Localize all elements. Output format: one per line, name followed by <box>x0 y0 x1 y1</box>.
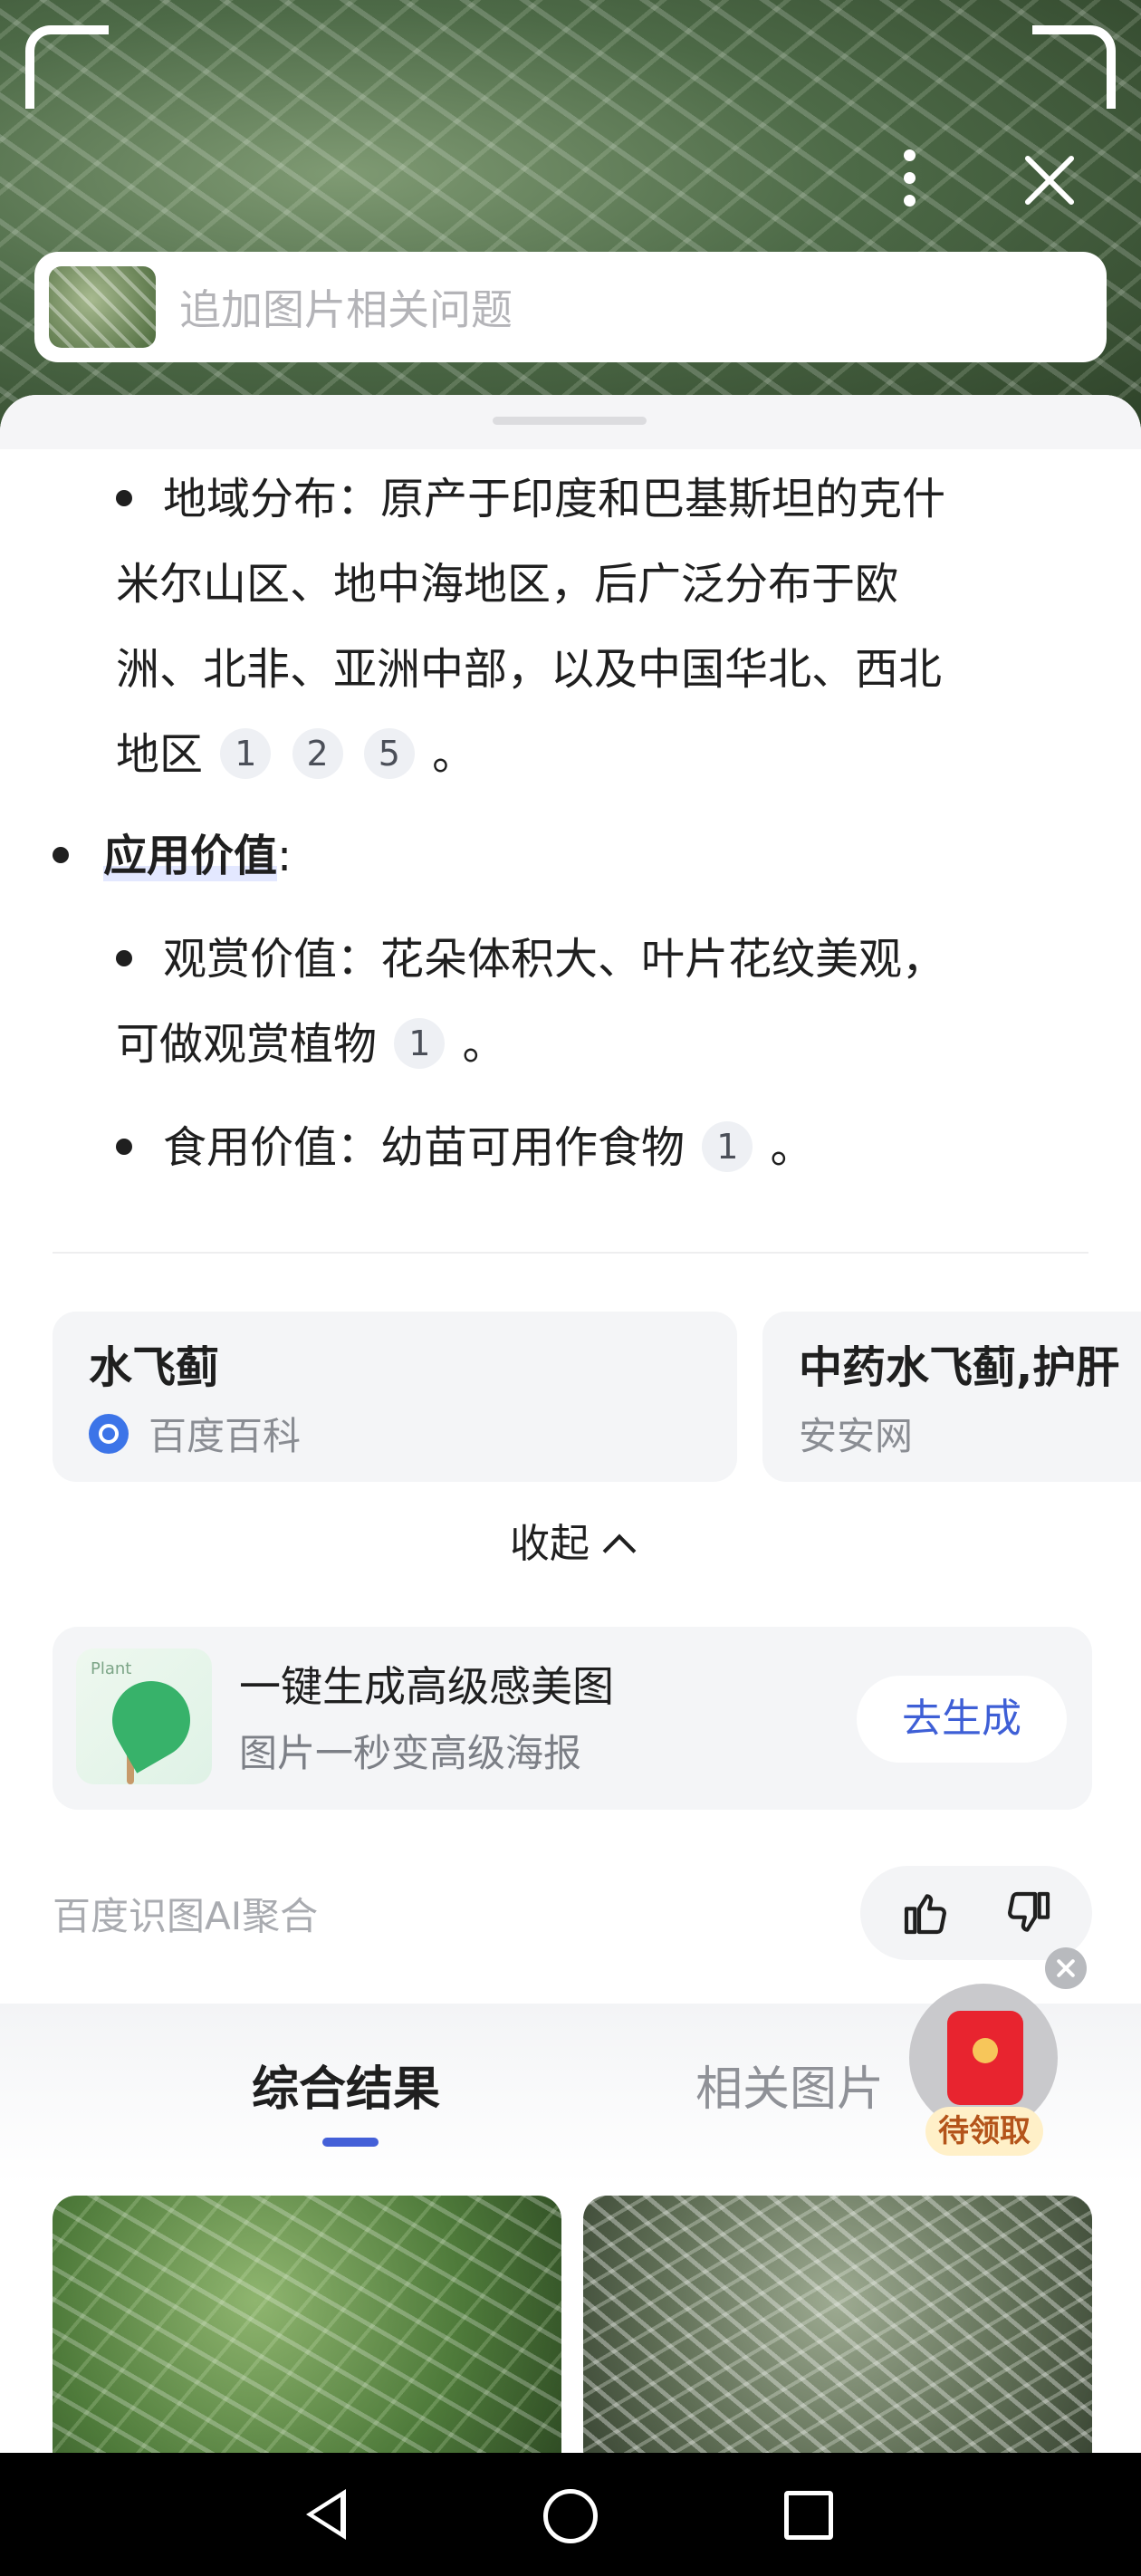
edible-line: 食用价值：幼苗可用作食物 1 。 <box>116 1105 814 1190</box>
ornamental-line-1: 观赏价值：花朵体积大、叶片花纹美观， <box>116 917 945 1002</box>
divider <box>53 1252 1088 1254</box>
generate-subtitle: 图片一秒变高级海报 <box>239 1731 582 1775</box>
citation-badge[interactable]: 1 <box>702 1121 753 1172</box>
source-site: 百度百科 <box>149 1414 302 1458</box>
back-icon[interactable] <box>306 2489 346 2540</box>
question-placeholder: 追加图片相关问题 <box>179 285 513 334</box>
baike-icon <box>89 1413 129 1454</box>
thumbs-down-icon[interactable] <box>1003 1888 1054 1938</box>
value-heading: 应用价值: <box>53 813 292 899</box>
citation-badge[interactable]: 1 <box>220 728 272 779</box>
recent-apps-icon[interactable] <box>784 2491 833 2540</box>
monstera-leaf-icon <box>98 1667 205 1773</box>
chevron-up-icon <box>602 1533 637 1568</box>
source-title: 中药水飞蓟,护肝 <box>799 1342 1120 1393</box>
ai-source-label: 百度识图AI聚合 <box>53 1894 319 1938</box>
result-image[interactable] <box>53 2196 561 2458</box>
citation-badge[interactable]: 2 <box>292 728 343 779</box>
active-tab-indicator <box>322 2138 379 2147</box>
feedback-pill <box>860 1866 1092 1960</box>
source-card-baike[interactable]: 水飞蓟 百度百科 <box>53 1312 737 1482</box>
red-packet-close-icon[interactable] <box>1045 1947 1087 1989</box>
crop-corner-top-left <box>25 25 109 109</box>
system-nav-bar <box>0 2453 1141 2576</box>
tab-comprehensive[interactable]: 综合结果 <box>252 2051 440 2119</box>
crop-corner-top-right <box>1032 25 1116 109</box>
more-options-icon[interactable] <box>893 145 925 217</box>
generate-poster-card[interactable]: Plant 一键生成高级感美图 图片一秒变高级海报 去生成 <box>53 1627 1092 1810</box>
thumbs-up-icon[interactable] <box>900 1888 951 1938</box>
distribution-line-2: 米尔山区、地中海地区，后广泛分布于欧 <box>116 559 899 610</box>
source-site: 安安网 <box>799 1414 914 1458</box>
distribution-line-4: 地区 1 2 5 。 <box>116 728 476 780</box>
collapse-button[interactable]: 收起 <box>0 1511 1141 1569</box>
distribution-line-3: 洲、北非、亚洲中部，以及中国华北、西北 <box>116 644 943 695</box>
plant-poster-thumbnail: Plant <box>76 1648 212 1784</box>
red-packet-label[interactable]: 待领取 <box>925 2107 1043 2156</box>
home-icon[interactable] <box>543 2489 598 2543</box>
citation-badge[interactable]: 5 <box>363 728 415 779</box>
sheet-grabber[interactable] <box>493 417 647 425</box>
tab-related-images[interactable]: 相关图片 <box>695 2051 884 2119</box>
distribution-line-1: 地域分布：原产于印度和巴基斯坦的克什 <box>116 457 945 542</box>
source-card-anan[interactable]: 中药水飞蓟,护肝 安安网 <box>762 1312 1141 1482</box>
result-image[interactable] <box>583 2196 1092 2458</box>
query-image-thumbnail <box>49 266 156 348</box>
hero-image: 追加图片相关问题 <box>0 0 1141 435</box>
question-input[interactable]: 追加图片相关问题 <box>34 252 1107 362</box>
citation-badge[interactable]: 1 <box>394 1018 446 1069</box>
generate-button[interactable]: 去生成 <box>857 1676 1067 1763</box>
source-title: 水飞蓟 <box>89 1342 220 1393</box>
red-envelope-icon <box>947 2011 1023 2105</box>
generate-title: 一键生成高级感美图 <box>239 1662 614 1711</box>
ornamental-line-2: 可做观赏植物 1 。 <box>116 1018 506 1070</box>
close-icon[interactable] <box>1014 145 1085 216</box>
